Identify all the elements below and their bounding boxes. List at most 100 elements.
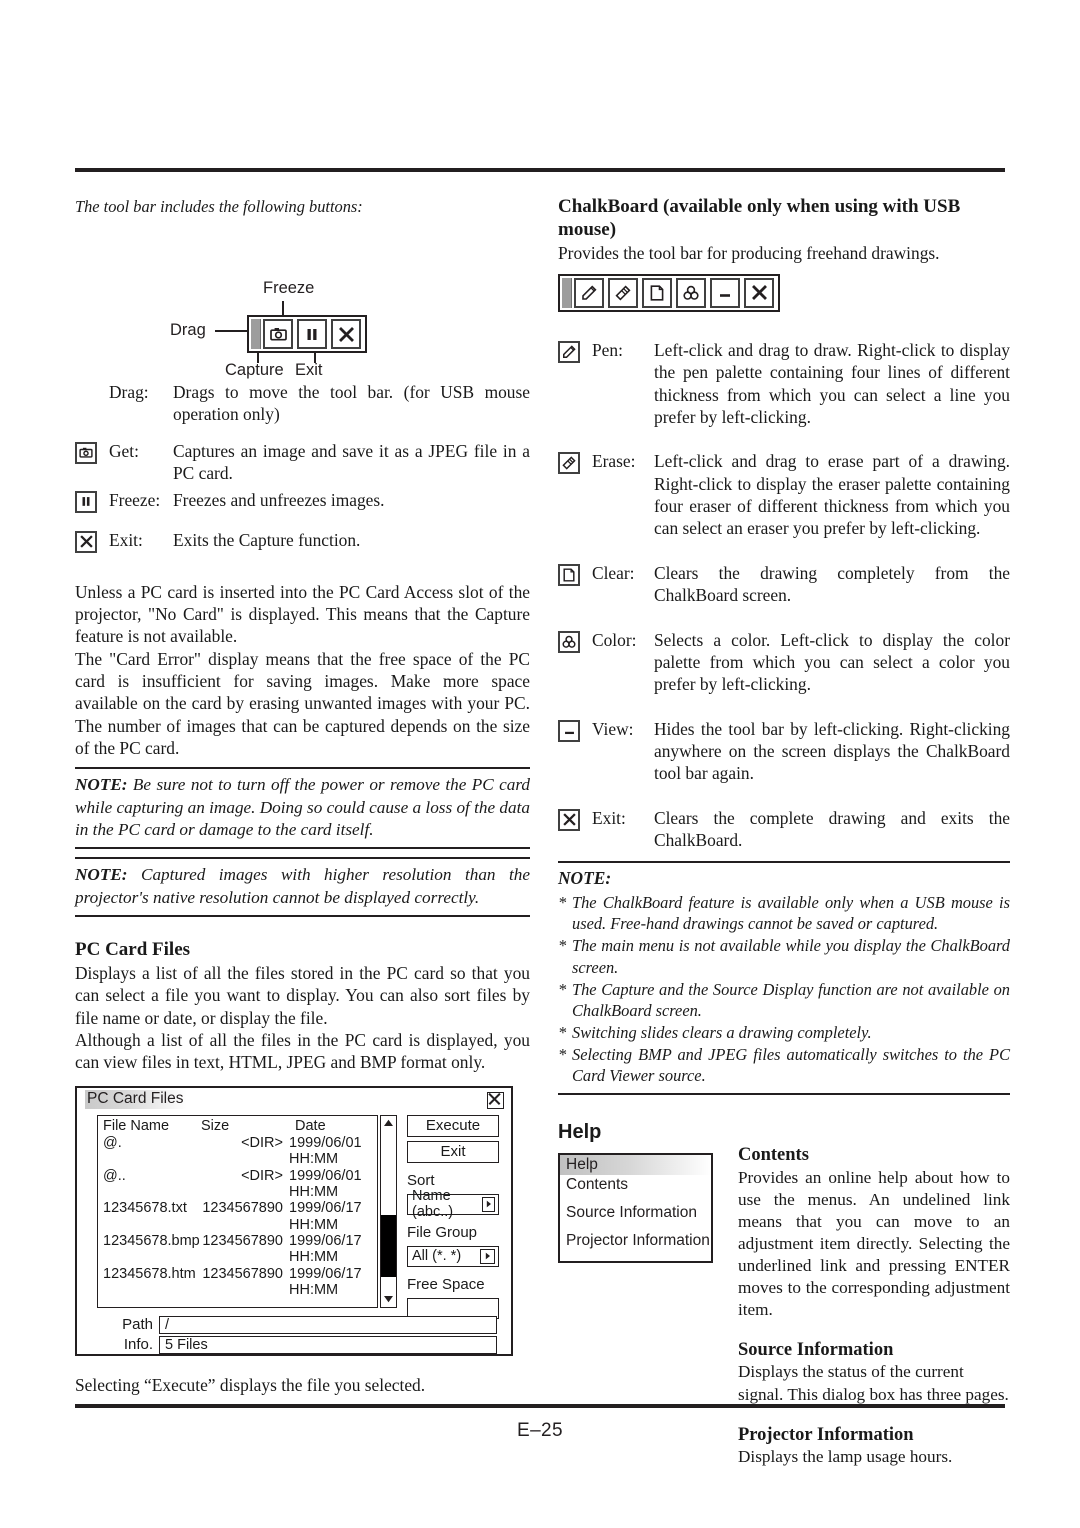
column-header-size: Size [201,1117,230,1134]
file-row[interactable]: @.. <DIR> 1999/06/01 HH:MM [98,1168,377,1201]
page-clear-icon[interactable] [558,562,592,586]
file-row[interactable]: 12345678.htm 1234567890 1999/06/17 HH:MM [98,1266,377,1299]
help-menu-item-contents[interactable]: Contents [560,1175,711,1195]
definition-desc: Captures an image and save it as a JPEG … [173,440,530,484]
exit-button[interactable]: Exit [407,1140,499,1163]
capture-toolbar[interactable] [247,315,367,354]
close-icon[interactable] [487,1091,504,1109]
freeze-pause-icon[interactable] [75,489,109,513]
file-list-scrollbar[interactable] [380,1114,397,1308]
file-row[interactable]: 12345678.txt 1234567890 1999/06/17 HH:MM [98,1200,377,1233]
pc-card-files-paragraph-1: Displays a list of all the files stored … [75,962,530,1028]
execute-button[interactable]: Execute [407,1114,499,1137]
definition-term: Erase: [592,451,636,472]
dialog-titlebar: PC Card Files [77,1088,511,1112]
pc-card-files-dialog[interactable]: PC Card Files File Name Size Date @. <DI… [75,1085,513,1356]
column-header-date: Date [295,1117,326,1134]
minimize-view-icon[interactable] [710,277,740,308]
file-row[interactable]: 12345678.bmp 1234567890 1999/06/17 HH:MM [98,1233,377,1266]
chalkboard-toolbar[interactable] [558,273,780,312]
definition-term: Drag: [109,382,149,403]
definition-row: Get: Captures an image and save it as a … [75,440,530,485]
file-size: <DIR> [241,1134,283,1151]
eraser-icon[interactable] [558,450,592,475]
file-name: 12345678.bmp [103,1233,200,1250]
path-field[interactable]: / [159,1315,497,1334]
definition-desc: Freezes and unfreezes images. [173,489,385,510]
document-page: The tool bar includes the following butt… [0,0,1080,1528]
pen-icon[interactable] [574,277,604,308]
header-rule [75,168,1005,172]
pen-icon[interactable] [558,339,592,363]
drag-handle[interactable] [562,277,572,308]
chalkboard-note-box: NOTE: * The ChalkBoard feature is availab… [558,861,1010,1096]
definition-row: Pen: Left-click and drag to draw. Right-… [558,339,1010,428]
note-item: * The Capture and the Source Display func… [558,979,1010,1021]
freeze-pause-icon[interactable] [297,319,327,350]
scroll-up-arrow-icon[interactable] [381,1116,396,1131]
file-size: 1234567890 [202,1200,283,1217]
exit-close-icon[interactable] [558,807,592,831]
note-label: NOTE: [75,775,128,795]
sort-label: Sort [407,1171,435,1189]
note-item-text: The main menu is not available while you… [572,936,1010,977]
sort-select[interactable]: Name (abc..) [407,1188,499,1220]
help-menu-item-source-information[interactable]: Source Information [560,1203,711,1223]
drag-handle[interactable] [251,319,261,350]
note-item-text: Selecting BMP and JPEG files automatical… [572,1045,1010,1086]
help-section-text-projector-information: Displays the lamp usage hours. [738,1446,953,1466]
capture-definitions: Drag: Drags to move the tool bar. (for U… [75,381,530,553]
file-list[interactable]: File Name Size Date @. <DIR> 1999/06/01 … [97,1114,378,1308]
chevron-right-icon[interactable] [480,1248,495,1264]
file-date: 1999/06/01 HH:MM [289,1134,362,1168]
capture-body-paragraph-2: The "Card Error" display means that the … [75,648,530,759]
definition-desc: Clears the drawing completely from the C… [654,562,1010,606]
chevron-right-icon[interactable] [482,1196,495,1212]
color-palette-icon[interactable] [558,629,592,653]
info-label: Info. [123,1336,153,1354]
help-menu-item-projector-information[interactable]: Projector Information [560,1231,711,1251]
scrollbar-thumb[interactable] [381,1214,396,1277]
footer-rule [75,1404,1005,1408]
minimize-view-icon[interactable] [558,718,592,742]
help-section-title-source-information: Source Information [738,1340,894,1361]
note-item: * Switching slides clears a drawing compl… [558,1022,1010,1043]
file-group-select[interactable]: All (*. *) [407,1245,499,1267]
help-section: Help Help Contents Source Information Pr… [558,1121,1010,1468]
capture-body-paragraph-1: Unless a PC card is inserted into the PC… [75,581,530,647]
definition-desc: Left-click and drag to draw. Right-click… [654,339,1010,428]
diagram-label-drag: Drag [170,321,206,340]
chalkboard-heading: ChalkBoard (available only when using wi… [558,196,961,240]
definition-desc: Left-click and drag to erase part of a d… [654,451,1010,539]
note-label: NOTE: [75,865,128,885]
leader-drag [215,330,251,332]
definition-row: View: Hides the tool bar by left-clickin… [558,718,1010,785]
column-header-file-name: File Name [103,1117,170,1134]
eraser-icon[interactable] [608,277,638,308]
diagram-label-freeze: Freeze [263,279,315,298]
info-row: Info. 5 Files [107,1335,497,1354]
scroll-down-arrow-icon[interactable] [381,1292,396,1307]
definition-row: Drag: Drags to move the tool bar. (for U… [75,381,530,426]
help-section-text-contents: Provides an online help about how to use… [738,1167,1010,1320]
exit-close-icon[interactable] [744,277,774,308]
note-text: Be sure not to turn off the power or rem… [75,775,530,840]
chalkboard-definitions: Pen: Left-click and drag to draw. Right-… [558,339,1010,851]
file-row[interactable]: @. <DIR> 1999/06/01 HH:MM [98,1135,377,1168]
file-name: 12345678.htm [103,1265,196,1282]
file-name: @. [103,1134,122,1151]
get-camera-icon[interactable] [75,440,109,464]
exit-close-icon[interactable] [331,319,361,350]
get-camera-icon[interactable] [263,319,293,350]
help-menu[interactable]: Help Contents Source Information Project… [558,1153,713,1264]
page-clear-icon[interactable] [642,277,672,308]
diagram-label-exit: Exit [295,361,323,380]
file-name: @.. [103,1167,126,1184]
definition-term: Pen: [592,339,623,360]
path-row: Path / [107,1315,497,1334]
exit-close-icon[interactable] [75,529,109,553]
definition-desc: Exits the Capture function. [173,529,361,550]
file-size: 1234567890 [202,1233,283,1250]
color-palette-icon[interactable] [676,277,706,308]
definition-term: Exit: [592,807,626,828]
